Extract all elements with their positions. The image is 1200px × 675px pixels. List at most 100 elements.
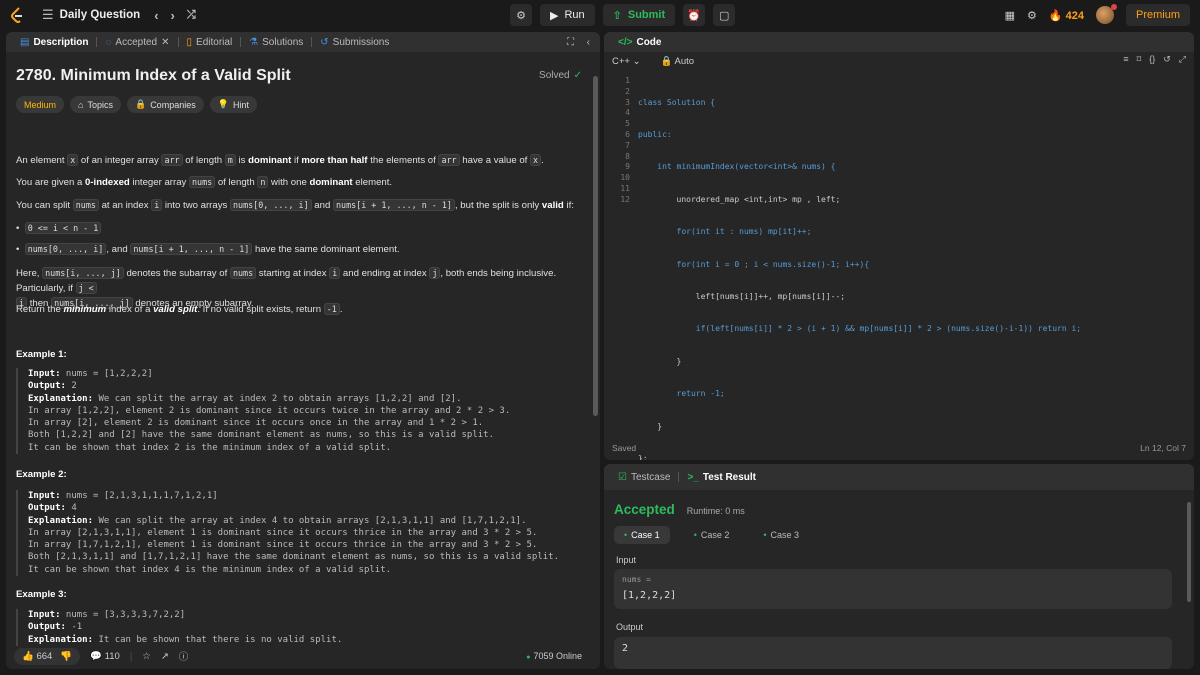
notes-icon[interactable]: ▢	[713, 4, 736, 26]
layout-grid-icon[interactable]: ▦	[1005, 9, 1015, 22]
like-button[interactable]: 👍 664	[22, 651, 52, 662]
verdict-row: Accepted Runtime: 0 ms	[614, 502, 745, 517]
case-tabs: Case 1 Case 2 Case 3	[614, 526, 809, 544]
code-line: for(int i = 0 ; i < nums.size()-1; i++){	[638, 259, 870, 269]
code-line: public:	[638, 129, 672, 139]
topics-badge[interactable]: ⌂ Topics	[70, 96, 121, 113]
problem-list-nav[interactable]: ☰ Daily Question ‹ › ⤮	[42, 0, 196, 30]
bookmark-icon[interactable]: ⌑	[1137, 54, 1142, 65]
auto-mode[interactable]: 🔒 Auto	[661, 56, 695, 67]
description-scrollbar[interactable]	[593, 76, 598, 416]
next-problem-icon[interactable]: ›	[171, 8, 175, 23]
code-editor[interactable]: 1 2 3 4 5 6 7 8 9 10 11 12 class Solution { public:…	[604, 76, 1194, 460]
input-value: [1,2,2,2]	[622, 590, 677, 601]
case-tab-3[interactable]: Case 3	[753, 526, 809, 544]
problem-title: 2780. Minimum Index of a Valid Split	[16, 67, 291, 84]
tab-code-label: Code	[636, 36, 662, 48]
comments-button[interactable]: 💬 110	[90, 651, 120, 662]
star-icon[interactable]: ☆	[142, 651, 151, 662]
reset-icon[interactable]: ↺	[1163, 54, 1171, 65]
thumbs-down-icon[interactable]: 👎	[60, 651, 72, 662]
example-3-block: Input: nums = [3,3,3,3,7,2,2] Output: -1…	[16, 609, 578, 646]
output-box: 2	[614, 637, 1172, 669]
input-var: nums =	[622, 575, 651, 584]
code-line: for(int it : nums) mp[it]++;	[638, 227, 812, 237]
code-toolbar: C++ ⌄ 🔒 Auto	[604, 52, 1194, 70]
run-button[interactable]: ▶ Run	[540, 4, 595, 26]
code-line: return -1;	[638, 389, 725, 399]
lock-icon: 🔒	[134, 99, 147, 109]
example-2-block: Input: nums = [2,1,3,1,1,1,7,1,2,1] Outp…	[16, 490, 578, 577]
debug-icon[interactable]: ⚙	[510, 4, 532, 26]
case-tab-2[interactable]: Case 2	[684, 526, 740, 544]
test-scrollbar[interactable]	[1187, 502, 1191, 602]
tab-testcase[interactable]: ☑ Testcase	[610, 464, 678, 490]
run-label: Run	[564, 9, 585, 21]
solved-status: Solved ✓	[539, 70, 582, 81]
tab-editorial[interactable]: ▯ Editorial	[179, 32, 241, 52]
close-icon[interactable]: ✕	[161, 37, 169, 48]
maximize-icon[interactable]: ⛶	[567, 37, 574, 48]
code-line: left[nums[i]]++, mp[nums[i]]--;	[638, 291, 846, 301]
share-icon[interactable]: ↗	[161, 651, 169, 662]
tab-submissions[interactable]: ↺ Submissions	[312, 32, 397, 52]
comment-count: 110	[104, 650, 120, 662]
code-line: unordered_map <int,int> mp , left;	[638, 194, 841, 204]
save-status: Saved	[612, 443, 637, 453]
tab-description[interactable]: ▤ Description	[12, 32, 96, 52]
history-icon: ↺	[320, 36, 329, 48]
description-paragraph-5: Return the minimum index of a valid spli…	[16, 303, 343, 315]
submit-button[interactable]: ⇧ Submit	[602, 4, 676, 26]
alarm-clock-icon[interactable]: ⏰	[683, 4, 706, 26]
test-tab-bar: ☑ Testcase >_ Test Result	[604, 464, 1194, 490]
tab-solutions[interactable]: ⚗ Solutions	[241, 32, 311, 52]
format-icon[interactable]: ≡	[1123, 54, 1128, 65]
description-paragraph-2: You are given a 0-indexed integer array …	[16, 176, 393, 188]
help-icon[interactable]: ⓘ	[179, 649, 189, 663]
description-panel: ▤ Description ◌ Accepted ✕ ▯ Editorial ⚗ Solu…	[6, 32, 600, 669]
example-1-block: Input: nums = [1,2,2,2] Output: 2 Explan…	[16, 368, 578, 455]
prev-problem-icon[interactable]: ‹	[154, 8, 158, 23]
code-text[interactable]: class Solution { public: int minimumInde…	[638, 76, 1081, 460]
braces-icon[interactable]: {}	[1149, 54, 1155, 65]
checkbox-icon: ☑	[618, 471, 627, 483]
play-icon: ▶	[550, 9, 559, 22]
language-select[interactable]: C++ ⌄	[612, 56, 641, 67]
terminal-icon: >_	[687, 471, 699, 483]
tab-accepted[interactable]: ◌ Accepted ✕	[97, 32, 177, 52]
avatar[interactable]	[1095, 4, 1117, 24]
daily-question-title[interactable]: Daily Question	[60, 9, 141, 21]
run-controls: ⚙ ▶ Run ⇧ Submit ⏰ ▢	[510, 0, 736, 30]
book-icon: ▯	[186, 36, 193, 48]
description-paragraph-3: You can split nums at an index i into tw…	[16, 199, 574, 211]
verdict: Accepted	[614, 502, 675, 517]
problem-description: 2780. Minimum Index of a Valid Split Sol…	[6, 52, 592, 646]
tab-description-label: Description	[33, 36, 89, 48]
tab-code[interactable]: </> Code	[610, 32, 669, 52]
footer-divider: |	[129, 650, 133, 662]
tab-test-result[interactable]: >_ Test Result	[679, 464, 764, 490]
output-value: 2	[622, 643, 629, 654]
line-numbers: 1 2 3 4 5 6 7 8 9 10 11 12	[620, 76, 630, 204]
example-1-title: Example 1:	[16, 349, 67, 360]
thumbs-up-icon: 👍	[22, 650, 34, 662]
companies-label: Companies	[150, 99, 196, 110]
like-count: 664	[36, 650, 53, 662]
shuffle-icon[interactable]: ⤮	[187, 9, 196, 22]
hint-label: Hint	[232, 99, 249, 110]
fullscreen-icon[interactable]: ⤢	[1179, 54, 1186, 65]
problem-badges: Medium ⌂ Topics 🔒 Companies 💡 Hint	[16, 96, 257, 113]
hint-badge[interactable]: 💡 Hint	[209, 96, 257, 113]
settings-gear-icon[interactable]: ⚙	[1027, 9, 1037, 22]
streak-counter[interactable]: 🔥 424	[1049, 9, 1084, 22]
runtime: Runtime: 0 ms	[686, 506, 745, 516]
collapse-icon[interactable]: ‹	[587, 37, 590, 48]
companies-badge[interactable]: 🔒 Companies	[126, 96, 204, 113]
leetcode-logo-icon[interactable]	[10, 7, 24, 23]
tab-testcase-label: Testcase	[630, 471, 671, 483]
case-tab-1[interactable]: Case 1	[614, 526, 670, 544]
editor-tools: ≡ ⌑ {} ↺ ⤢	[1123, 54, 1186, 65]
top-bar: ☰ Daily Question ‹ › ⤮ ⚙ ▶ Run ⇧ Submit ⏰ …	[0, 0, 1200, 30]
premium-button[interactable]: Premium	[1125, 4, 1190, 26]
tab-solutions-label: Solutions	[262, 36, 304, 48]
